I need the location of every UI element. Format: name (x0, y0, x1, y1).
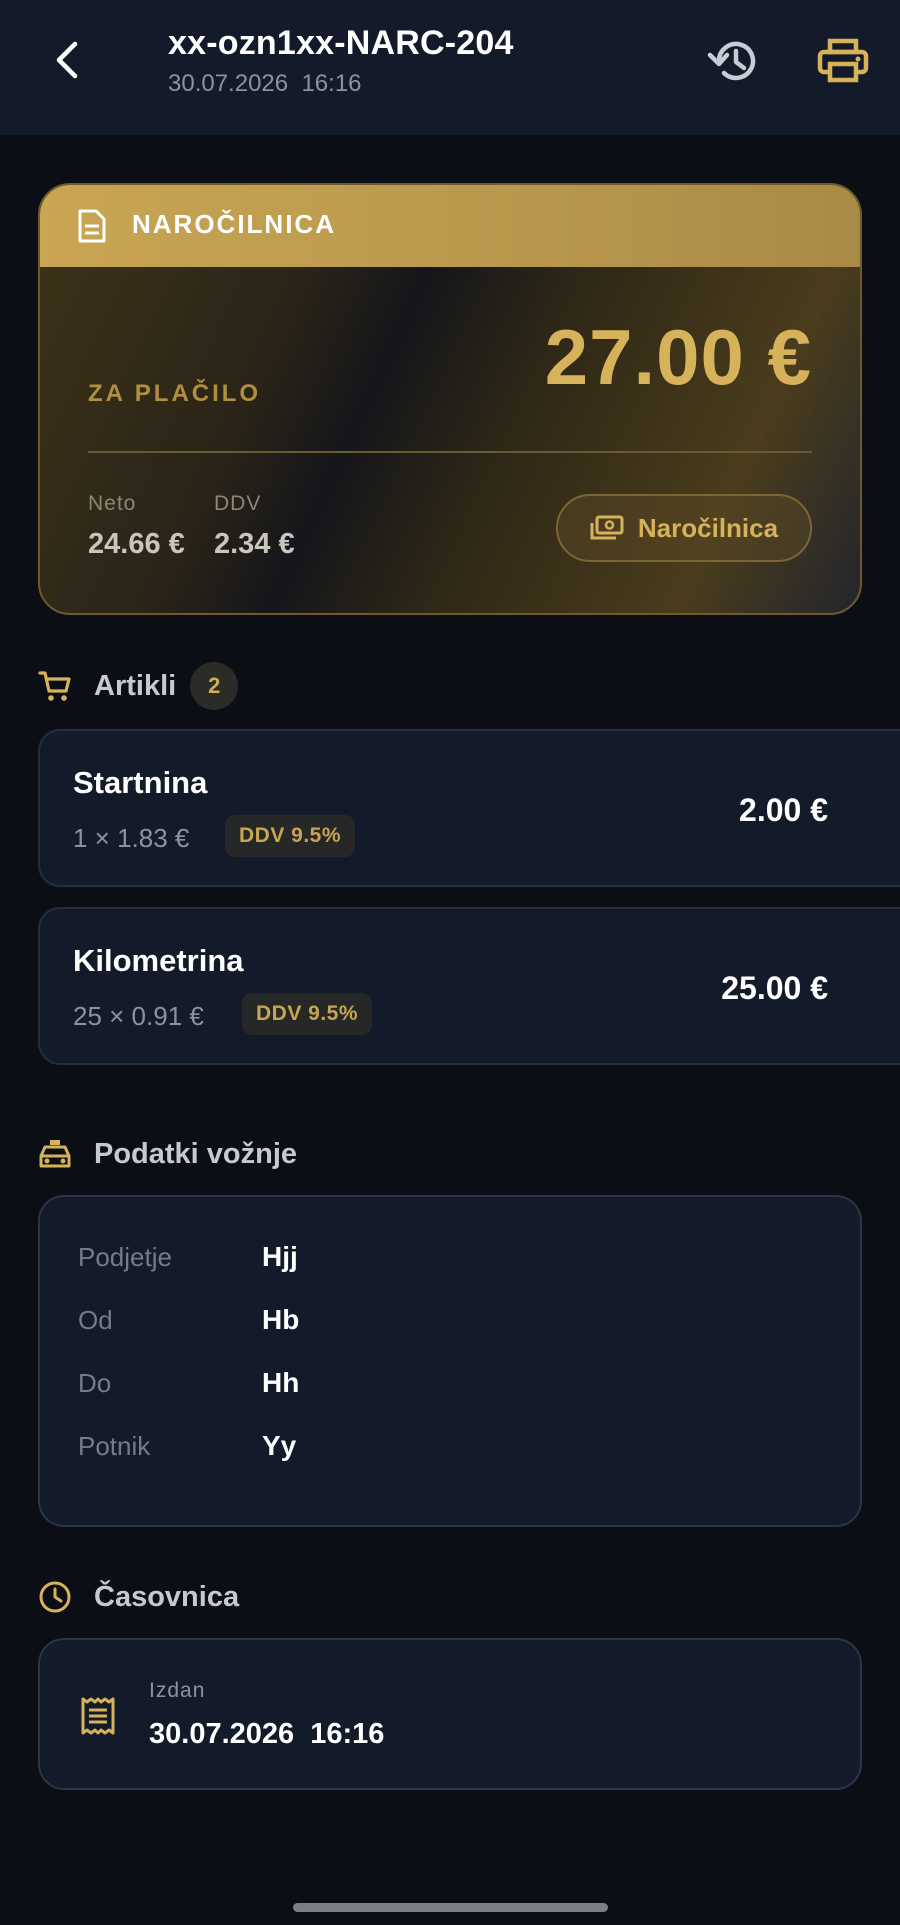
history-button[interactable] (703, 33, 759, 89)
vat-badge: DDV 9.5% (242, 993, 373, 1035)
clock-icon (38, 1580, 72, 1614)
to-label: Do (78, 1368, 112, 1398)
divider (88, 451, 812, 453)
ride-details-card: Podjetje Hjj Od Hb Do Hh Potnik Yy (38, 1195, 862, 1527)
page-title: xx-ozn1xx-NARC-204 (168, 24, 514, 62)
issued-datetime: 30.07.2026 16:16 (149, 1718, 385, 1750)
order-summary-card: NAROČILNICA ZA PLAČILO 27.00 € Neto 24.6… (38, 183, 862, 615)
document-icon (78, 209, 106, 243)
passenger-value: Yy (262, 1430, 297, 1461)
vat-label: DDV (214, 492, 262, 515)
vat-value: 2.34 € (214, 528, 295, 560)
ride-section-title: Podatki vožnje (94, 1137, 298, 1170)
item-price: 2.00 € (739, 792, 828, 828)
from-value: Hb (262, 1304, 300, 1335)
summary-header: NAROČILNICA (40, 185, 860, 267)
items-section-header: Artikli 2 (38, 662, 239, 710)
home-indicator[interactable] (293, 1903, 608, 1912)
list-item[interactable]: Kilometrina 25 × 0.91 € DDV 9.5% 25.00 € (38, 907, 900, 1065)
app-bar: xx-ozn1xx-NARC-204 30.07.2026 16:16 (0, 0, 900, 135)
list-item[interactable]: Startnina 1 × 1.83 € DDV 9.5% 2.00 € (38, 729, 900, 887)
company-value: Hjj (262, 1241, 298, 1272)
order-form-button[interactable]: Naročilnica (556, 494, 812, 562)
vat-badge: DDV 9.5% (225, 815, 356, 857)
payments-icon (590, 515, 624, 540)
amount-due-label: ZA PLAČILO (88, 380, 262, 407)
history-icon (707, 41, 756, 81)
print-button[interactable] (812, 33, 874, 89)
item-name: Startnina (73, 765, 208, 800)
item-quantity: 25 × 0.91 € (73, 1001, 204, 1031)
timeline-section-header: Časovnica (38, 1573, 239, 1621)
item-price: 25.00 € (721, 970, 828, 1006)
page-subtitle-datetime: 30.07.2026 16:16 (168, 70, 362, 97)
summary-heading: NAROČILNICA (132, 209, 336, 239)
taxi-icon (38, 1137, 72, 1171)
timeline-section-title: Časovnica (94, 1580, 240, 1613)
total-amount: 27.00 € (544, 313, 812, 401)
to-value: Hh (262, 1367, 300, 1398)
items-count-badge: 2 (190, 662, 239, 710)
net-label: Neto (88, 492, 137, 515)
items-section-title: Artikli (94, 669, 177, 702)
print-icon (817, 38, 869, 83)
timeline-card: Izdan 30.07.2026 16:16 (38, 1638, 862, 1790)
ride-section-header: Podatki vožnje (38, 1130, 297, 1178)
chevron-left-icon (56, 41, 78, 79)
issued-label: Izdan (149, 1679, 206, 1702)
receipt-icon (81, 1697, 115, 1735)
from-label: Od (78, 1305, 113, 1335)
item-name: Kilometrina (73, 943, 244, 978)
company-label: Podjetje (78, 1242, 172, 1272)
passenger-label: Potnik (78, 1431, 151, 1461)
net-value: 24.66 € (88, 528, 185, 560)
order-form-button-label: Naročilnica (637, 512, 779, 543)
item-quantity: 1 × 1.83 € (73, 823, 190, 853)
back-button[interactable] (40, 34, 92, 86)
cart-icon (38, 669, 72, 703)
